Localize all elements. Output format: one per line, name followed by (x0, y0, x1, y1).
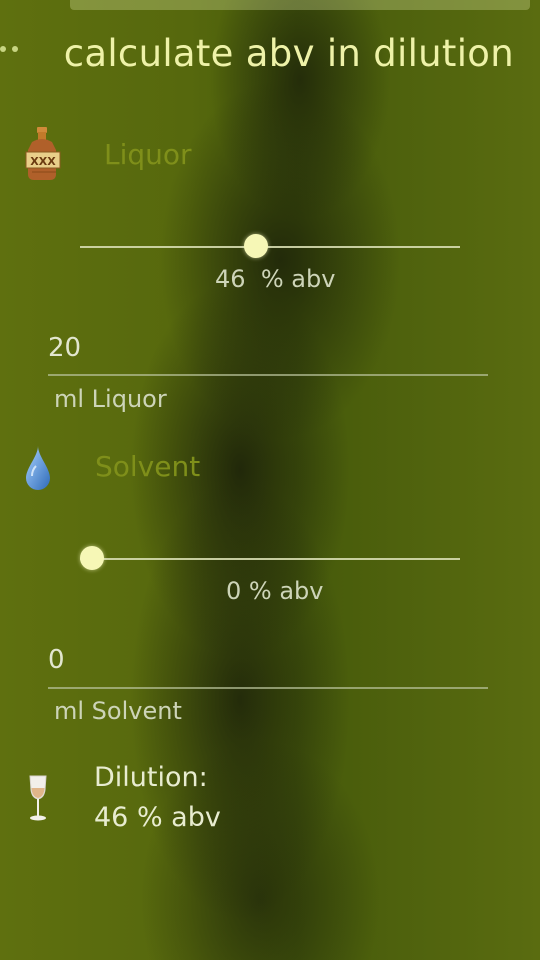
svg-text:XXX: XXX (30, 155, 56, 168)
liquor-amount-underline (48, 374, 488, 376)
liquor-amount-field[interactable]: 20 (48, 333, 81, 363)
wine-glass-icon (26, 774, 50, 822)
solvent-amount-underline (48, 687, 488, 689)
solvent-section-label: Solvent (95, 450, 201, 483)
background (0, 0, 540, 960)
solvent-abv-label: 0 % abv (226, 577, 324, 605)
slider-knob[interactable] (243, 234, 268, 258)
water-drop-icon (24, 444, 52, 492)
pulley-dot (12, 46, 18, 52)
slider-track (80, 246, 460, 248)
solvent-amount-caption: ml Solvent (54, 697, 182, 725)
liquor-abv-unit: % abv (260, 265, 336, 293)
dilution-value: 46 % abv (94, 802, 221, 833)
dilution-title: Dilution: (94, 762, 208, 793)
liquor-abv-value: 46 (215, 265, 246, 293)
pulley-menu-indicator[interactable] (0, 46, 18, 52)
solvent-amount-field[interactable]: 0 (48, 645, 65, 675)
liquor-section-label: Liquor (104, 138, 192, 171)
liquor-abv-slider[interactable] (80, 230, 460, 264)
liquor-amount-caption: ml Liquor (54, 385, 167, 413)
liquor-abv-label: 46 % abv (215, 265, 335, 293)
slider-track (80, 558, 460, 560)
solvent-abv-slider[interactable] (80, 542, 460, 576)
slider-knob[interactable] (80, 546, 104, 570)
pulley-dot (0, 46, 6, 52)
page-title: calculate abv in dilution (63, 32, 514, 75)
top-status-bar (70, 0, 530, 10)
liquor-bottle-icon: XXX (24, 126, 62, 182)
